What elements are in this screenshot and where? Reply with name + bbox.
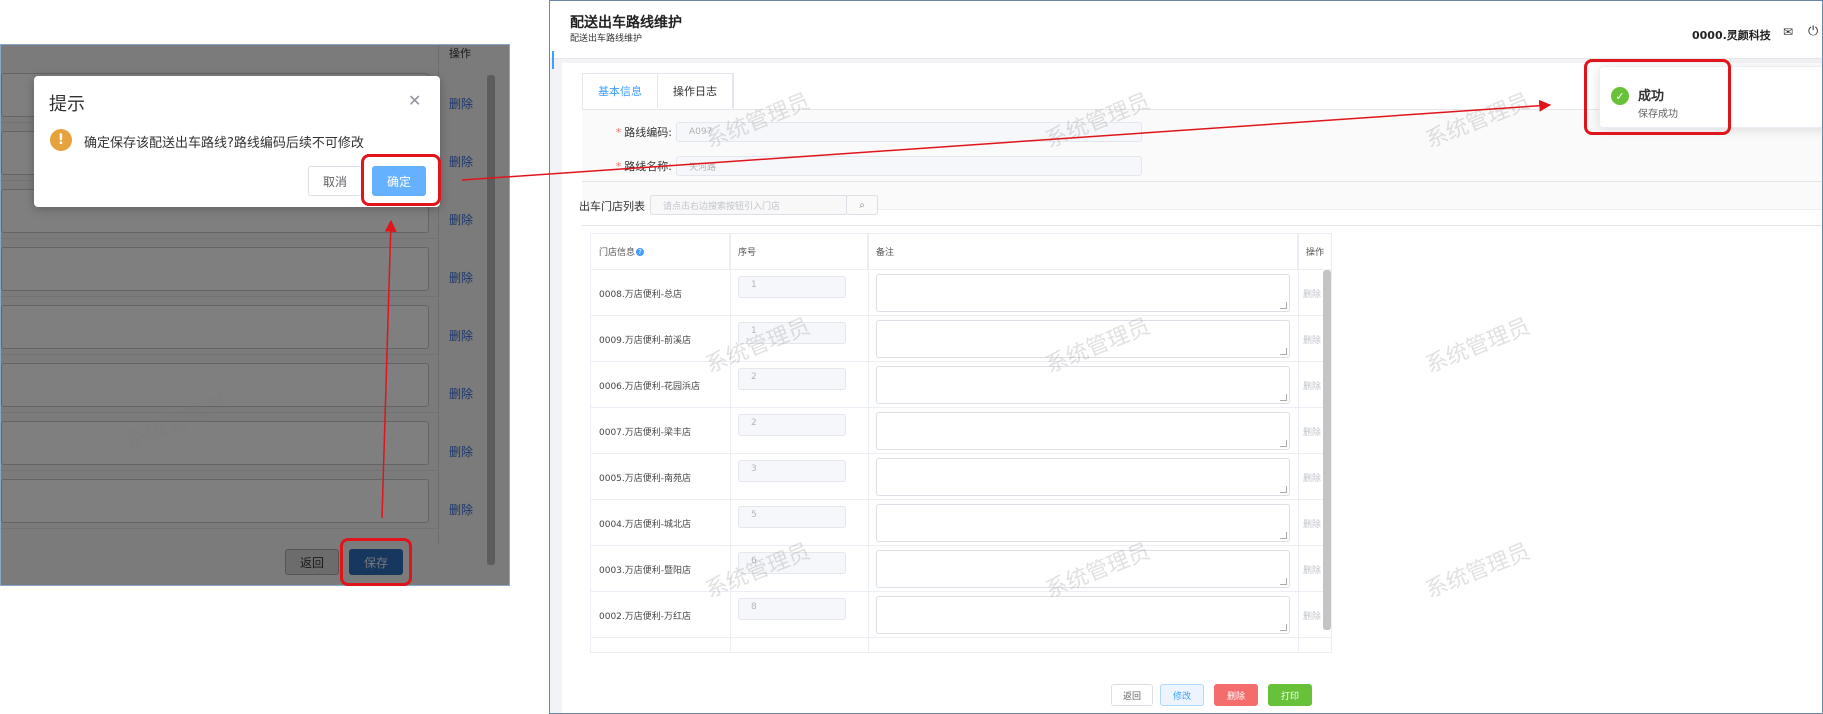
row-delete-link[interactable]: 删除 <box>1303 517 1321 530</box>
store-search-input[interactable]: 请点击右边搜索按钮引入门店 <box>650 195 848 215</box>
table-row: 0006.万店便利-花园浜店 2 删除 <box>591 362 1331 408</box>
tab-bar: 基本信息 操作日志 <box>582 73 734 109</box>
help-icon[interactable]: ? <box>636 247 645 256</box>
company-name: 0000.灵颜科技 <box>1692 29 1771 42</box>
row-delete-link[interactable]: 删除 <box>1303 379 1321 392</box>
table-row: 0004.万店便利-城北店 5 删除 <box>591 500 1331 546</box>
table-row: 0002.万店便利-万红店 8 删除 <box>591 592 1331 638</box>
note-textarea[interactable] <box>876 550 1290 588</box>
column-divider <box>730 234 731 652</box>
seq-field[interactable]: 5 <box>738 506 846 528</box>
store-info: 0006.万店便利-花园浜店 <box>599 382 701 392</box>
seq-field[interactable]: 2 <box>738 414 846 436</box>
tab-operation-log[interactable]: 操作日志 <box>658 74 733 108</box>
table-header-ops: 操作 <box>1298 234 1331 270</box>
store-info: 0005.万店便利-南苑店 <box>599 474 692 484</box>
watermark: 系统管理员 <box>1422 539 1534 604</box>
power-icon[interactable]: ⏻ <box>1808 24 1818 39</box>
top-bar: 配送出车路线维护 配送出车路线维护 0000.灵颜科技 ✉ ⏻ <box>550 1 1822 59</box>
store-list-label: 出车门店列表 <box>579 200 645 213</box>
table-row: 0008.万店便利-总店 1 删除 <box>591 270 1331 316</box>
table-scrollbar[interactable] <box>1323 270 1331 630</box>
print-button[interactable]: 打印 <box>1268 684 1312 706</box>
column-divider <box>868 234 869 652</box>
section-divider <box>582 225 1822 226</box>
watermark: 系统管理员 <box>1422 314 1534 379</box>
store-info: 0004.万店便利-城北店 <box>599 520 692 530</box>
close-icon[interactable]: ✕ <box>408 91 421 110</box>
route-name-field[interactable]: 天河路 <box>676 156 1142 176</box>
row-delete-link[interactable]: 删除 <box>1303 333 1321 346</box>
back-button[interactable]: 返回 <box>1111 684 1153 706</box>
section-divider <box>582 181 1822 182</box>
store-info: 0003.万店便利-暨阳店 <box>599 566 692 576</box>
annotation-box-save <box>340 538 412 586</box>
annotation-box-confirm <box>361 154 441 206</box>
page-title: 配送出车路线维护 <box>570 15 682 31</box>
store-table: 门店信息? 序号 备注 操作 0008.万店便利-总店 1 删除 0009.万店… <box>590 233 1332 653</box>
row-delete-link[interactable]: 删除 <box>1303 471 1321 484</box>
note-textarea[interactable] <box>876 320 1290 358</box>
note-textarea[interactable] <box>876 596 1290 634</box>
dialog-title: 提示 <box>49 94 85 115</box>
row-delete-link[interactable]: 删除 <box>1303 287 1321 300</box>
route-code-label: * 路线编码: <box>615 126 672 139</box>
delete-button[interactable]: 删除 <box>1214 684 1258 706</box>
row-delete-link[interactable]: 删除 <box>1303 563 1321 576</box>
table-row: 0007.万店便利-梁丰店 2 删除 <box>591 408 1331 454</box>
seq-field[interactable]: 1 <box>738 322 846 344</box>
table-row: 0005.万店便利-南苑店 3 删除 <box>591 454 1331 500</box>
route-name-label: * 路线名称: <box>615 160 672 173</box>
seq-field[interactable]: 8 <box>738 598 846 620</box>
warning-icon: ! <box>50 129 72 151</box>
note-textarea[interactable] <box>876 412 1290 450</box>
breadcrumb: 配送出车路线维护 <box>570 34 643 44</box>
edit-button[interactable]: 修改 <box>1160 684 1204 706</box>
cancel-button[interactable]: 取消 <box>308 166 362 196</box>
store-info: 0008.万店便利-总店 <box>599 290 683 300</box>
store-info: 0007.万店便利-梁丰店 <box>599 428 692 438</box>
table-header-store: 门店信息? <box>591 234 730 270</box>
route-code-field[interactable]: A097 <box>676 122 1142 142</box>
active-indicator <box>552 51 554 69</box>
column-divider <box>1298 234 1299 652</box>
note-textarea[interactable] <box>876 504 1290 542</box>
store-info: 0002.万店便利-万红店 <box>599 612 692 622</box>
annotation-box-toast <box>1584 59 1731 135</box>
seq-field[interactable]: 3 <box>738 460 846 482</box>
table-row: 0003.万店便利-暨阳店 6 删除 <box>591 546 1331 592</box>
tab-basic-info[interactable]: 基本信息 <box>583 74 658 108</box>
search-icon[interactable]: ⌕ <box>846 195 878 215</box>
note-textarea[interactable] <box>876 458 1290 496</box>
row-delete-link[interactable]: 删除 <box>1303 609 1321 622</box>
table-header-seq: 序号 <box>730 234 868 270</box>
table-row: 0009.万店便利-前溪店 1 删除 <box>591 316 1331 362</box>
note-textarea[interactable] <box>876 274 1290 312</box>
table-header-note: 备注 <box>868 234 1298 270</box>
content-card: 基本信息 操作日志 * 路线编码: A097 * 路线名称: 天河路 出车门店列表 … <box>562 63 1822 713</box>
dialog-message: 确定保存该配送出车路线?路线编码后续不可修改 <box>84 136 364 151</box>
note-textarea[interactable] <box>876 366 1290 404</box>
seq-field[interactable]: 6 <box>738 552 846 574</box>
store-info: 0009.万店便利-前溪店 <box>599 336 692 346</box>
row-delete-link[interactable]: 删除 <box>1303 425 1321 438</box>
seq-field[interactable]: 2 <box>738 368 846 390</box>
seq-field[interactable]: 1 <box>738 276 846 298</box>
annotated-screenshot-composite: 操作 删除 删除 删除 删除 删除 删除 删除 删除 返回 保存 系统管理员 系… <box>0 0 1823 714</box>
mail-icon[interactable]: ✉ <box>1783 25 1793 39</box>
